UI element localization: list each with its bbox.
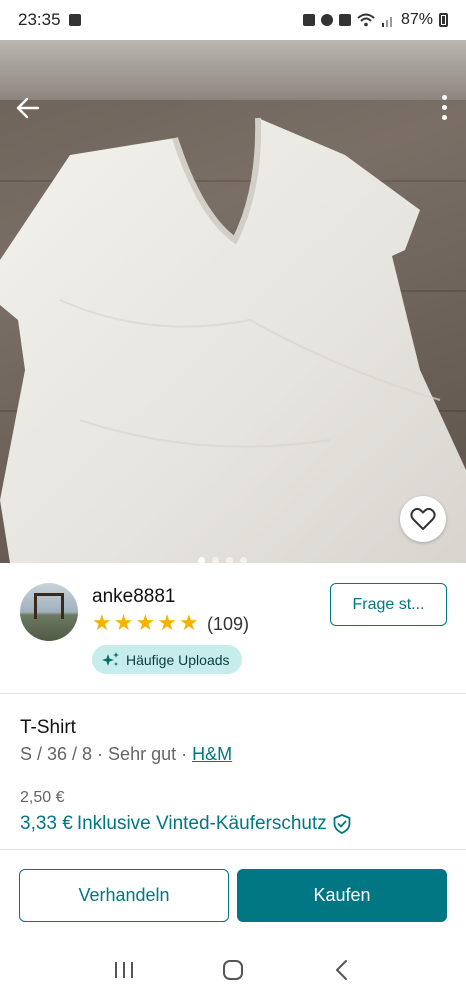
tshirt-photo xyxy=(0,117,466,563)
divider xyxy=(0,693,466,694)
heart-icon xyxy=(410,507,436,530)
nfc-icon xyxy=(302,14,315,26)
mute-icon xyxy=(338,14,351,26)
home-button[interactable] xyxy=(213,950,253,990)
battery-icon xyxy=(439,13,448,27)
item-attributes: S / 36 / 8 · Sehr gut · H&M xyxy=(20,744,233,764)
frequent-uploads-badge: Häufige Uploads xyxy=(92,645,242,674)
item-size: S / 36 / 8 xyxy=(20,744,93,764)
seller-rating[interactable]: ★ ★ ★ ★ ★ xyxy=(92,612,199,634)
more-options-button[interactable] xyxy=(436,92,452,122)
chevron-left-icon xyxy=(335,960,347,980)
recent-apps-button[interactable] xyxy=(104,950,144,990)
system-back-button[interactable] xyxy=(322,950,362,990)
seller-username[interactable]: anke8881 xyxy=(92,586,175,608)
signal-icon xyxy=(381,17,392,27)
divider xyxy=(0,849,466,850)
negotiate-button[interactable]: Verhandeln xyxy=(19,869,229,922)
product-image[interactable] xyxy=(0,40,466,563)
item-title: T-Shirt xyxy=(20,717,76,738)
review-count[interactable]: (109) xyxy=(207,614,249,635)
price-base: 2,50 € xyxy=(20,789,65,806)
buyer-protection-label: Inklusive Vinted-Käuferschutz xyxy=(76,813,327,834)
recent-apps-icon xyxy=(115,962,134,978)
battery-percent: 87% xyxy=(400,11,433,28)
arrow-left-icon xyxy=(16,97,40,119)
alarm-icon xyxy=(320,14,333,26)
star-icon: ★ xyxy=(157,610,177,635)
back-button[interactable] xyxy=(12,92,44,124)
star-icon: ★ xyxy=(135,610,156,635)
favorite-button[interactable] xyxy=(400,496,446,542)
seller-avatar[interactable] xyxy=(20,583,78,641)
price-total: 3,33 € xyxy=(20,813,73,834)
system-navigation-bar xyxy=(0,940,466,1000)
star-icon: ★ xyxy=(178,610,199,635)
price-total-with-protection[interactable]: 3,33 € Inklusive Vinted-Käuferschutz xyxy=(20,813,351,835)
wifi-icon xyxy=(357,13,375,27)
seller-section: anke8881 ★ ★ ★ ★ ★ (109) Häufige Uploads… xyxy=(0,563,466,693)
buy-button[interactable]: Kaufen xyxy=(237,869,447,922)
shield-check-icon xyxy=(333,814,351,834)
gallery-notification-icon xyxy=(68,14,81,26)
badge-label: Häufige Uploads xyxy=(126,651,230,668)
home-icon xyxy=(222,960,243,980)
star-icon: ★ xyxy=(113,610,134,635)
status-time: 23:35 xyxy=(18,10,61,29)
item-condition: Sehr gut xyxy=(108,744,177,764)
status-bar: 23:35 87% xyxy=(0,0,466,40)
sparkle-icon xyxy=(102,651,119,666)
brand-link[interactable]: H&M xyxy=(192,744,232,764)
star-icon: ★ xyxy=(92,610,112,635)
more-vertical-icon xyxy=(441,94,447,100)
ask-question-button[interactable]: Frage st... xyxy=(330,583,447,626)
